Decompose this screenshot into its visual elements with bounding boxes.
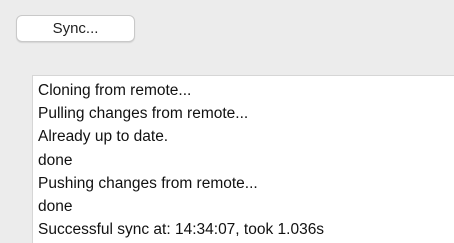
log-line: done <box>38 151 73 169</box>
log-line: Successful sync at: 14:34:07, took 1.036… <box>38 221 325 239</box>
log-line: Already up to date. <box>38 128 169 146</box>
sync-button[interactable]: Sync... <box>16 15 135 42</box>
sync-log-output[interactable]: Cloning from remote... Pulling changes f… <box>32 75 454 243</box>
log-line: done <box>38 198 73 216</box>
log-line: Cloning from remote... <box>38 82 192 99</box>
log-line: Pulling changes from remote... <box>38 105 249 123</box>
log-line: Pushing changes from remote... <box>38 174 258 192</box>
